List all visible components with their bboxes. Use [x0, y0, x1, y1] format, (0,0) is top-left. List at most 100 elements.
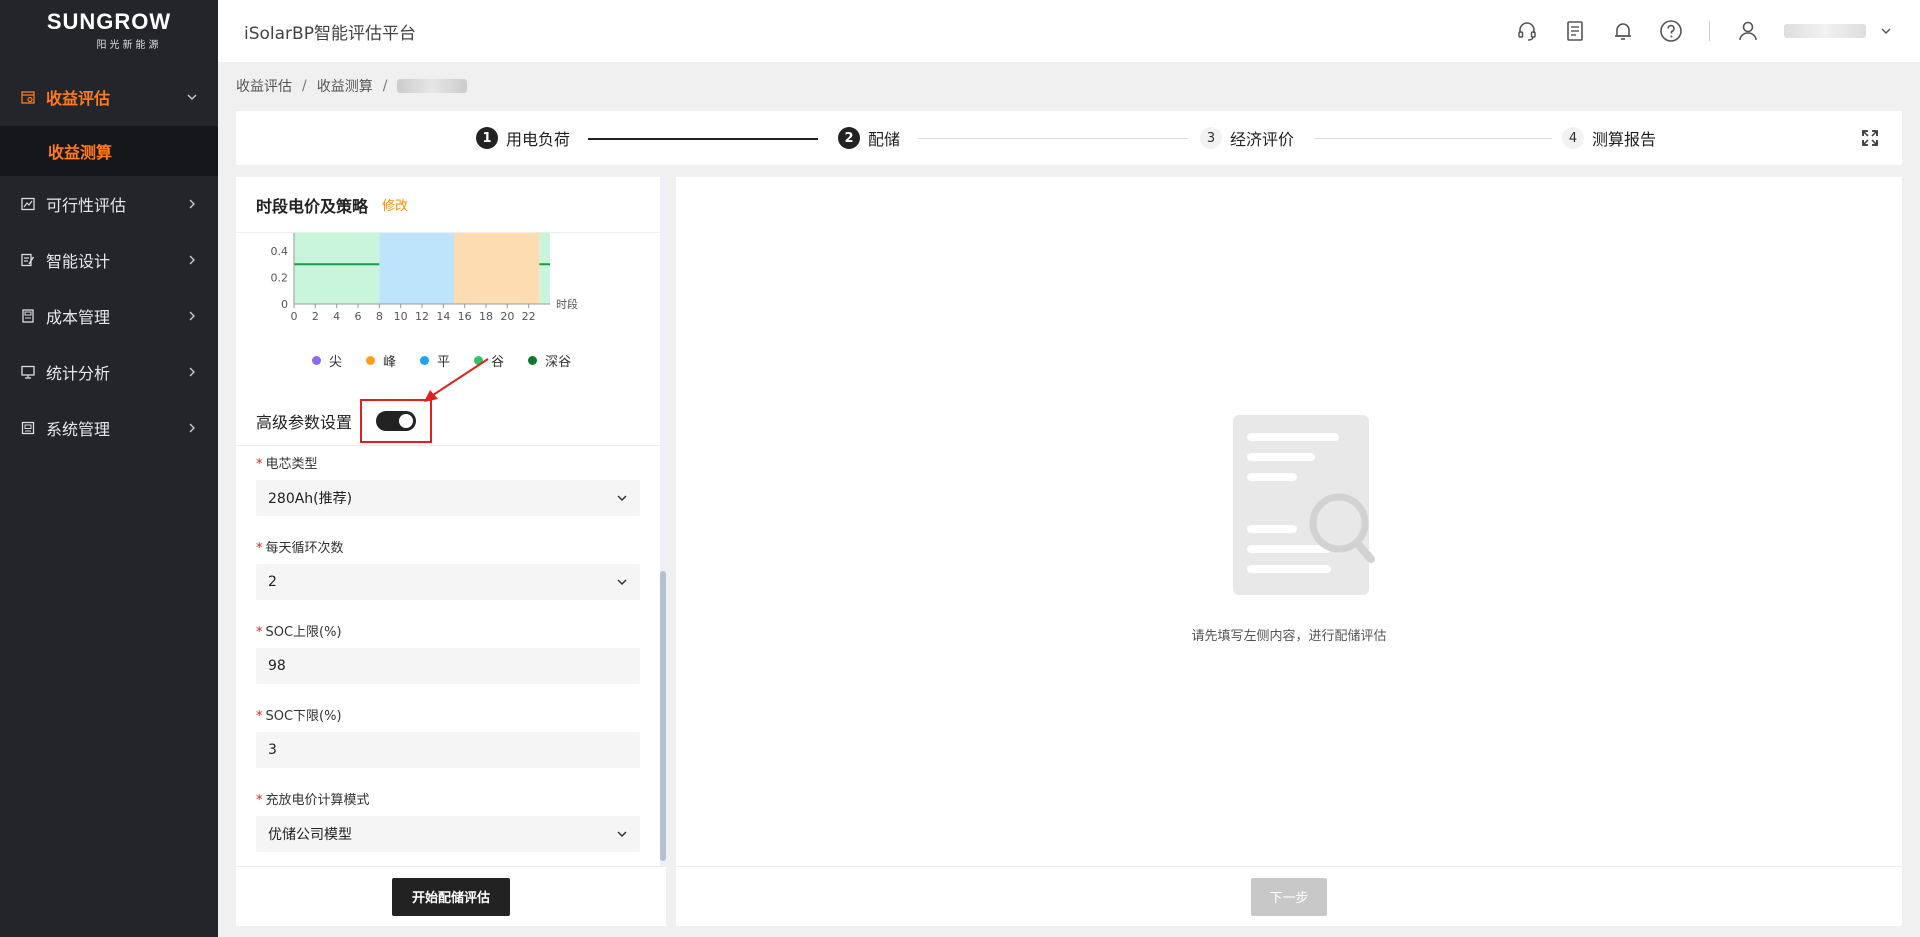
x-tick-label: 4 [333, 310, 340, 323]
breadcrumb-item[interactable]: 收益测算 [317, 76, 373, 96]
edit-link[interactable]: 修改 [382, 195, 408, 214]
field-soc-lower: * SOC下限(%) 3 [256, 705, 640, 768]
step-connector [1314, 138, 1552, 139]
cost-icon [20, 308, 36, 324]
revenue-icon [20, 89, 36, 105]
select-value: 280Ah(推荐) [268, 491, 353, 507]
field-cell-type: * 电芯类型 280Ah(推荐) [256, 453, 640, 516]
x-tick-label: 22 [522, 310, 536, 323]
x-tick-label: 14 [436, 310, 450, 323]
legend-dot [528, 356, 538, 365]
submenu-item-revenue-calc[interactable]: 收益测算 [0, 126, 218, 176]
step-label: 配储 [868, 130, 901, 149]
x-tick-label: 12 [415, 310, 429, 323]
chevron-right-icon [189, 199, 195, 209]
input-value: 3 [268, 742, 277, 758]
left-footer: 开始配储评估 [236, 866, 666, 926]
legend-item[interactable]: 峰 [366, 351, 396, 370]
sidebar-item-revenue[interactable]: 收益评估 [0, 68, 218, 126]
price-mode-select[interactable]: 优储公司模型 [256, 816, 640, 852]
required-mark: * [256, 709, 263, 724]
x-tick-label: 0 [291, 310, 298, 323]
design-icon [20, 252, 36, 268]
select-value: 优储公司模型 [268, 827, 352, 843]
chevron-down-icon [617, 831, 627, 838]
field-label-text: SOC上限(%) [265, 625, 342, 640]
headset-icon[interactable] [1503, 0, 1551, 62]
step-report[interactable]: 4 测算报告 [1562, 111, 1656, 165]
advanced-settings-label: 高级参数设置 [256, 413, 353, 432]
select-value: 2 [268, 574, 277, 590]
sidebar-item-label: 成本管理 [46, 308, 111, 327]
user-icon[interactable] [1724, 0, 1772, 62]
toggle-knob [399, 414, 414, 428]
field-soc-upper: * SOC上限(%) 98 [256, 621, 640, 684]
cell-type-select[interactable]: 280Ah(推荐) [256, 480, 640, 516]
step-label: 经济评价 [1230, 130, 1295, 149]
legend-label: 尖 [329, 355, 343, 370]
step-load[interactable]: 1 用电负荷 [476, 111, 570, 165]
input-value: 98 [268, 658, 286, 674]
field-label: * SOC上限(%) [256, 621, 640, 640]
period-band [454, 233, 540, 304]
scrollbar-thumb[interactable] [660, 571, 666, 861]
step-number: 4 [1562, 127, 1584, 149]
sidebar-item-label: 收益评估 [46, 89, 111, 108]
breadcrumb-item[interactable]: 收益评估 [236, 76, 292, 96]
step-number: 2 [838, 127, 860, 149]
sidebar-item-statistics[interactable]: 统计分析 [0, 344, 218, 400]
required-mark: * [256, 625, 263, 640]
logo-subtext: 阳光新能源 [96, 40, 162, 51]
help-icon[interactable] [1647, 0, 1695, 62]
x-tick-label: 2 [312, 310, 319, 323]
sidebar-item-design[interactable]: 智能设计 [0, 232, 218, 288]
right-footer: 下一步 [676, 866, 1902, 926]
legend-item[interactable]: 尖 [312, 351, 342, 370]
sungrow-logo[interactable]: SUNGROW 阳光新能源 [0, 0, 218, 62]
header-tools [1503, 0, 1892, 62]
breadcrumb: 收益评估 / 收益测算 / [236, 76, 468, 96]
soc-lower-input[interactable]: 3 [256, 732, 640, 768]
breadcrumb-item-redacted [397, 79, 468, 93]
empty-state-text: 请先填写左侧内容，进行配储评估 [1191, 629, 1387, 644]
sidebar-item-cost[interactable]: 成本管理 [0, 288, 218, 344]
y-tick-label: 0.4 [271, 245, 289, 258]
panel-scrollbar[interactable] [660, 177, 666, 866]
daily-cycles-select[interactable]: 2 [256, 564, 640, 600]
sidebar-item-feasibility[interactable]: 可行性评估 [0, 176, 218, 232]
field-label-text: 充放电价计算模式 [265, 793, 370, 808]
step-storage[interactable]: 2 配储 [838, 111, 900, 165]
sidebar-menu: 收益评估 收益测算 可行性评估 智能设计 成本管理 统计分析 系统管理 [0, 68, 218, 456]
bell-icon[interactable] [1599, 0, 1647, 62]
legend-dot [312, 356, 321, 365]
submenu-item-label: 收益测算 [48, 143, 113, 162]
y-tick-label: 0.2 [271, 272, 289, 285]
next-step-button[interactable]: 下一步 [1251, 877, 1327, 916]
sidebar-item-system[interactable]: 系统管理 [0, 400, 218, 456]
document-icon[interactable] [1551, 0, 1599, 62]
chevron-down-icon[interactable] [1880, 25, 1892, 37]
divider [236, 445, 660, 446]
empty-state: 请先填写左侧内容，进行配储评估 [676, 415, 1902, 644]
user-name-redacted[interactable] [1784, 24, 1866, 38]
chevron-right-icon [189, 367, 195, 377]
field-daily-cycles: * 每天循环次数 2 [256, 537, 640, 600]
legend-item[interactable]: 深谷 [528, 351, 571, 370]
sidebar-item-label: 系统管理 [46, 420, 111, 439]
field-price-mode: * 充放电价计算模式 优储公司模型 [256, 789, 640, 852]
chevron-right-icon [189, 423, 195, 433]
soc-upper-input[interactable]: 98 [256, 648, 640, 684]
legend-label: 深谷 [545, 355, 572, 370]
step-economic[interactable]: 3 经济评价 [1200, 111, 1294, 165]
chevron-right-icon [189, 311, 195, 321]
strategy-panel: 时段电价及策略 修改 0 0.2 0.4 0 2 4 6 8 10 12 14 16 18 20 22 时段 … [236, 177, 666, 866]
top-header: iSolarBP智能评估平台 [218, 0, 1920, 62]
start-evaluation-button[interactable]: 开始配储评估 [392, 877, 510, 916]
field-label: * 每天循环次数 [256, 537, 640, 556]
field-label: * SOC下限(%) [256, 705, 640, 724]
sidebar-item-label: 统计分析 [46, 364, 111, 383]
step-connector [918, 138, 1188, 139]
advanced-settings-toggle[interactable] [376, 411, 417, 431]
fullscreen-icon[interactable] [1860, 128, 1880, 148]
legend-label: 峰 [383, 355, 397, 370]
